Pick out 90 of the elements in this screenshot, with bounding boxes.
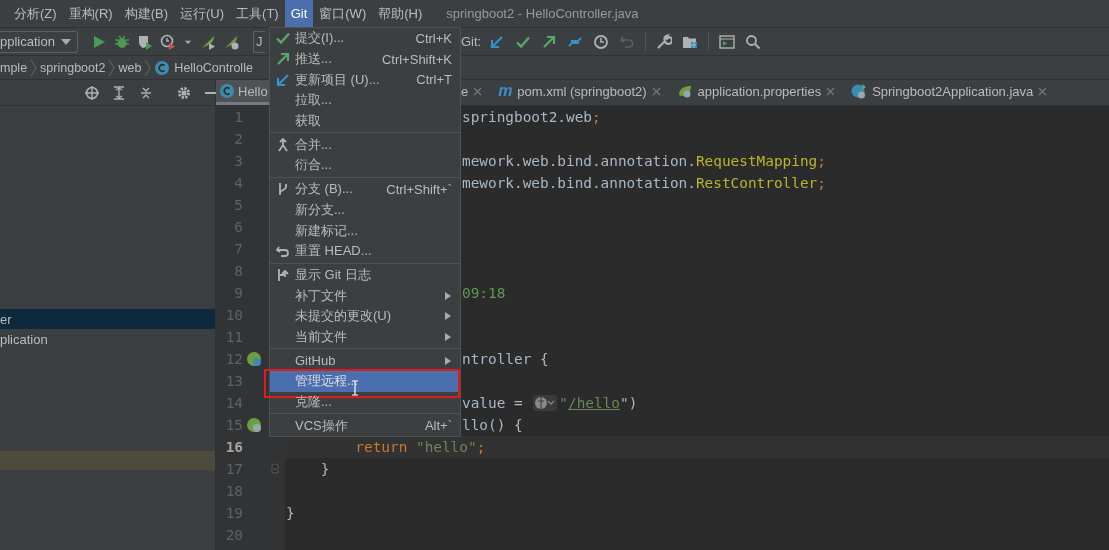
- class-icon: [154, 59, 171, 76]
- menu-item[interactable]: 重置 HEAD...: [270, 240, 460, 262]
- menu[interactable]: 重构(R): [62, 0, 119, 27]
- menu[interactable]: 帮助(H): [372, 0, 429, 27]
- search-icon[interactable]: [745, 33, 762, 50]
- menu[interactable]: Git: [284, 0, 314, 27]
- globe-icon[interactable]: [533, 395, 558, 411]
- code-text: }: [286, 505, 295, 521]
- push-arrow-icon[interactable]: [541, 33, 558, 50]
- shortcut-text: Ctrl+Shift+K: [381, 51, 452, 67]
- breadcrumb-item[interactable]: web: [118, 60, 142, 75]
- menu-item[interactable]: 提交(I)... Ctrl+K: [270, 28, 460, 49]
- target-field[interactable]: J: [253, 30, 265, 53]
- editor-tab[interactable]: application.properties: [668, 80, 844, 105]
- close-icon[interactable]: [826, 86, 836, 96]
- code-text: 09:18: [462, 285, 506, 301]
- menu-item[interactable]: 合并...: [270, 134, 460, 156]
- shortcut-text: Ctrl+K: [415, 30, 452, 46]
- menu-item[interactable]: 推送... Ctrl+Shift+K: [270, 48, 460, 70]
- menu-item[interactable]: VCS操作 Alt+`: [270, 415, 460, 437]
- breadcrumb-item[interactable]: mple: [0, 60, 28, 75]
- menu-item[interactable]: GitHub: [270, 350, 460, 371]
- menu-item[interactable]: 补丁文件: [270, 285, 460, 306]
- editor-tab[interactable]: e: [461, 80, 491, 105]
- editor-tab[interactable]: Springboot2Application.java: [843, 80, 1056, 105]
- menu-item[interactable]: 衍合...: [270, 155, 460, 176]
- menu-item[interactable]: 当前文件: [270, 326, 460, 348]
- code-text: mework.web.bind.annotation.RequestMapping;: [462, 153, 826, 169]
- chevron-icon: [108, 58, 116, 77]
- code-text: mework.web.bind.annotation.RestController;: [462, 175, 826, 191]
- code-text: return "hello";: [354, 439, 486, 455]
- menu[interactable]: 运行(U): [174, 0, 231, 27]
- code-text: value =: [462, 395, 524, 411]
- code-text: "/hello"): [559, 395, 638, 411]
- bug-icon[interactable]: [113, 33, 130, 50]
- web-bean-icon[interactable]: [246, 417, 262, 433]
- chevron-icon: [30, 58, 38, 77]
- shield-run-icon[interactable]: [136, 33, 153, 50]
- editor-tab[interactable]: m pom.xml (springboot2): [490, 80, 669, 105]
- close-icon[interactable]: [651, 86, 661, 96]
- menu-item[interactable]: 克隆...: [270, 391, 460, 413]
- terminal-icon[interactable]: [719, 33, 736, 50]
- locate-icon[interactable]: [84, 84, 100, 101]
- menu[interactable]: 工具(T): [230, 0, 285, 27]
- menu-item[interactable]: 显示 Git 日志: [270, 264, 460, 286]
- tree-item[interactable]: plication: [0, 329, 215, 349]
- shortcut-text: Ctrl+T: [416, 72, 452, 88]
- shortcut-text: Ctrl+Shift+`: [386, 181, 452, 197]
- breadcrumb-item[interactable]: springboot2: [40, 60, 106, 75]
- caret-icon: [60, 38, 71, 45]
- menu-item[interactable]: 拉取...: [270, 90, 460, 111]
- menu[interactable]: 构建(B): [118, 0, 174, 27]
- history-icon[interactable]: [593, 33, 610, 50]
- leaf-icon: [676, 83, 693, 99]
- arrow-down-left-icon: [275, 71, 291, 88]
- run-config-dropdown[interactable]: pplication: [0, 30, 78, 53]
- code-text: llo() {: [462, 417, 523, 433]
- tree-item[interactable]: er: [0, 309, 215, 329]
- menu-item[interactable]: 未提交的更改(U): [270, 305, 460, 327]
- clock-run-icon[interactable]: [159, 33, 176, 50]
- editor-tab[interactable]: Hello: [216, 80, 269, 105]
- chevron-icon: [144, 58, 152, 77]
- shortcut-text: Alt+`: [424, 418, 452, 434]
- bean-icon[interactable]: [246, 351, 262, 367]
- merge-icon: [275, 136, 291, 153]
- menu[interactable]: 窗口(W): [313, 0, 373, 27]
- expand-all-icon[interactable]: [111, 84, 127, 101]
- code-text: ntroller {: [462, 351, 549, 367]
- line-number: 16: [225, 438, 243, 457]
- log-icon: [275, 266, 291, 283]
- git-label: Git:: [461, 34, 482, 49]
- menu-item[interactable]: 获取: [270, 110, 460, 132]
- settings-icon[interactable]: [176, 84, 192, 101]
- close-icon[interactable]: [1038, 86, 1048, 96]
- close-icon[interactable]: [473, 86, 483, 96]
- menu-item[interactable]: 更新项目 (U)... Ctrl+T: [270, 69, 460, 91]
- check-icon: [275, 30, 291, 47]
- menu-item[interactable]: 新建标记...: [270, 220, 460, 241]
- code-text: springboot2.web;: [462, 109, 601, 125]
- menu[interactable]: 分析(Z): [8, 0, 63, 27]
- code-text: }: [319, 461, 330, 477]
- menu-item[interactable]: 新分支...: [270, 199, 460, 221]
- class-icon: [219, 83, 235, 99]
- update-arrow-icon[interactable]: [489, 33, 506, 50]
- menu-item[interactable]: 分支 (B)... Ctrl+Shift+`: [270, 178, 460, 200]
- breadcrumb-item[interactable]: HelloControlle: [174, 60, 253, 75]
- maven-icon: m: [498, 82, 513, 100]
- app-class-icon: [851, 83, 868, 99]
- wrench-icon[interactable]: [656, 33, 673, 50]
- window-title: springboot2 - HelloController.java: [446, 5, 639, 23]
